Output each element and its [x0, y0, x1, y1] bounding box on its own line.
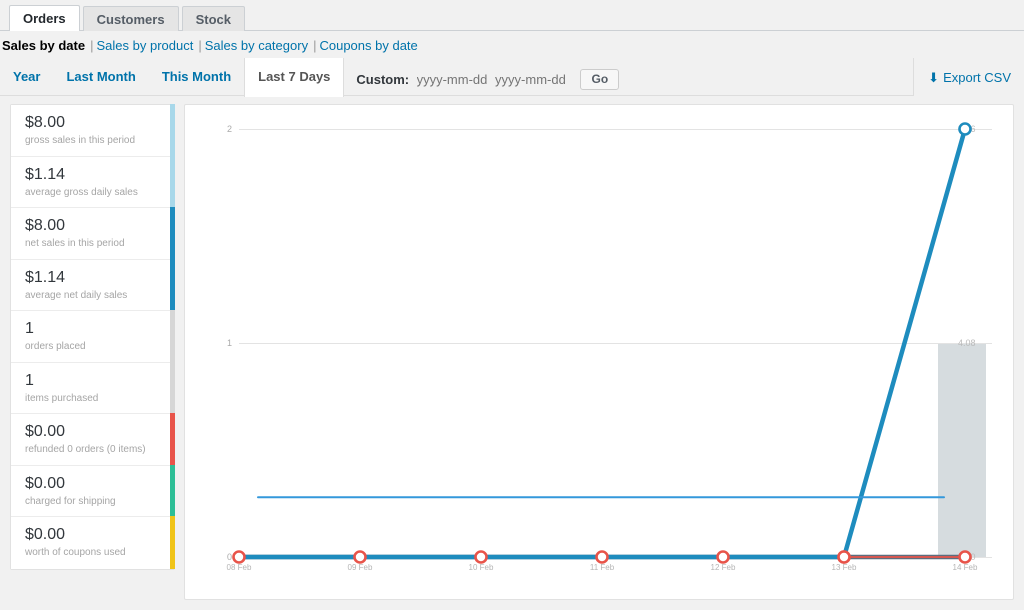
- subnav-separator-1: |: [85, 38, 96, 53]
- chart-marker-number-of-orders: [718, 552, 729, 563]
- stat-value: 1: [25, 319, 162, 339]
- subnav-link-sales-by-category[interactable]: Sales by category: [205, 38, 308, 53]
- chart-marker-number-of-orders: [234, 552, 245, 563]
- export-csv-group: ⬇Export CSV: [913, 58, 1024, 96]
- range-last-month[interactable]: Last Month: [53, 58, 148, 96]
- stat-row[interactable]: $0.00charged for shipping: [11, 466, 174, 518]
- custom-range-label: Custom:: [356, 72, 409, 87]
- report-content: $8.00gross sales in this period$1.14aver…: [0, 97, 1024, 610]
- range-last-7-days[interactable]: Last 7 Days: [244, 58, 344, 97]
- stat-value: 1: [25, 371, 162, 391]
- stat-label: gross sales in this period: [25, 133, 162, 147]
- chart-marker-number-of-orders: [476, 552, 487, 563]
- download-icon: ⬇: [928, 70, 943, 85]
- custom-range-from-input[interactable]: [414, 72, 488, 87]
- sales-chart-plot: 00.0014.0828.1608 Feb09 Feb10 Feb11 Feb1…: [212, 123, 982, 585]
- stat-label: orders placed: [25, 339, 162, 353]
- tab-stock[interactable]: Stock: [182, 6, 245, 33]
- sales-chart-panel: 00.0014.0828.1608 Feb09 Feb10 Feb11 Feb1…: [184, 104, 1014, 600]
- chart-marker-gross-sales-peak: [960, 124, 971, 135]
- chart-marker-number-of-orders: [839, 552, 850, 563]
- subnav-separator-3: |: [308, 38, 319, 53]
- stat-value: $0.00: [25, 474, 162, 494]
- custom-range-to-input[interactable]: [492, 72, 566, 87]
- date-range-bar: YearLast MonthThis MonthLast 7 Days Cust…: [0, 58, 1024, 96]
- stat-accent-bar: [170, 465, 175, 517]
- export-csv-button[interactable]: Export CSV: [943, 70, 1011, 85]
- stat-label: net sales in this period: [25, 236, 162, 250]
- stat-value: $8.00: [25, 216, 162, 236]
- stat-value: $1.14: [25, 268, 162, 288]
- tab-customers[interactable]: Customers: [83, 6, 179, 33]
- tab-orders[interactable]: Orders: [9, 5, 80, 33]
- custom-range-group: Custom: Go: [344, 58, 619, 96]
- stat-row[interactable]: $0.00worth of coupons used: [11, 517, 174, 569]
- chart-marker-number-of-orders: [597, 552, 608, 563]
- stat-accent-bar: [170, 207, 175, 259]
- range-this-month[interactable]: This Month: [149, 58, 244, 96]
- stat-accent-bar: [170, 104, 175, 156]
- subnav-link-sales-by-product[interactable]: Sales by product: [97, 38, 194, 53]
- stat-label: items purchased: [25, 391, 162, 405]
- subnav-separator-2: |: [193, 38, 204, 53]
- subnav-link-coupons-by-date[interactable]: Coupons by date: [319, 38, 417, 53]
- stat-label: refunded 0 orders (0 items): [25, 442, 162, 456]
- chart-series-layer: [212, 123, 982, 585]
- chart-marker-number-of-orders: [355, 552, 366, 563]
- stat-row[interactable]: 1items purchased: [11, 363, 174, 415]
- subnav-current-sales-by-date: Sales by date: [2, 38, 85, 53]
- stat-value: $0.00: [25, 525, 162, 545]
- stat-accent-bar: [170, 413, 175, 465]
- stat-row[interactable]: $0.00refunded 0 orders (0 items): [11, 414, 174, 466]
- report-tab-strip: OrdersCustomersStock: [0, 0, 1024, 31]
- stat-row[interactable]: $8.00net sales in this period: [11, 208, 174, 260]
- stat-accent-bar: [170, 516, 175, 569]
- stat-row[interactable]: 1orders placed: [11, 311, 174, 363]
- report-subnav: Sales by date|Sales by product|Sales by …: [0, 31, 1024, 58]
- stat-value: $0.00: [25, 422, 162, 442]
- stat-accent-bar: [170, 310, 175, 362]
- range-year[interactable]: Year: [0, 58, 53, 96]
- custom-range-go-button[interactable]: Go: [580, 69, 619, 90]
- stat-label: average net daily sales: [25, 288, 162, 302]
- stat-row[interactable]: $8.00gross sales in this period: [11, 105, 174, 157]
- stat-value: $8.00: [25, 113, 162, 133]
- stat-row[interactable]: $1.14average gross daily sales: [11, 157, 174, 209]
- date-range-options: YearLast MonthThis MonthLast 7 Days Cust…: [0, 58, 619, 96]
- stat-value: $1.14: [25, 165, 162, 185]
- stat-label: average gross daily sales: [25, 185, 162, 199]
- chart-marker-refund-amount: [960, 552, 971, 563]
- stat-label: charged for shipping: [25, 494, 162, 508]
- stat-accent-bar: [170, 362, 175, 414]
- stat-row[interactable]: $1.14average net daily sales: [11, 260, 174, 312]
- sales-summary-sidebar: $8.00gross sales in this period$1.14aver…: [10, 104, 175, 570]
- stat-accent-bar: [170, 259, 175, 311]
- chart-line-gross-sales-amount: [239, 129, 965, 557]
- stat-label: worth of coupons used: [25, 545, 162, 559]
- stat-accent-bar: [170, 156, 175, 208]
